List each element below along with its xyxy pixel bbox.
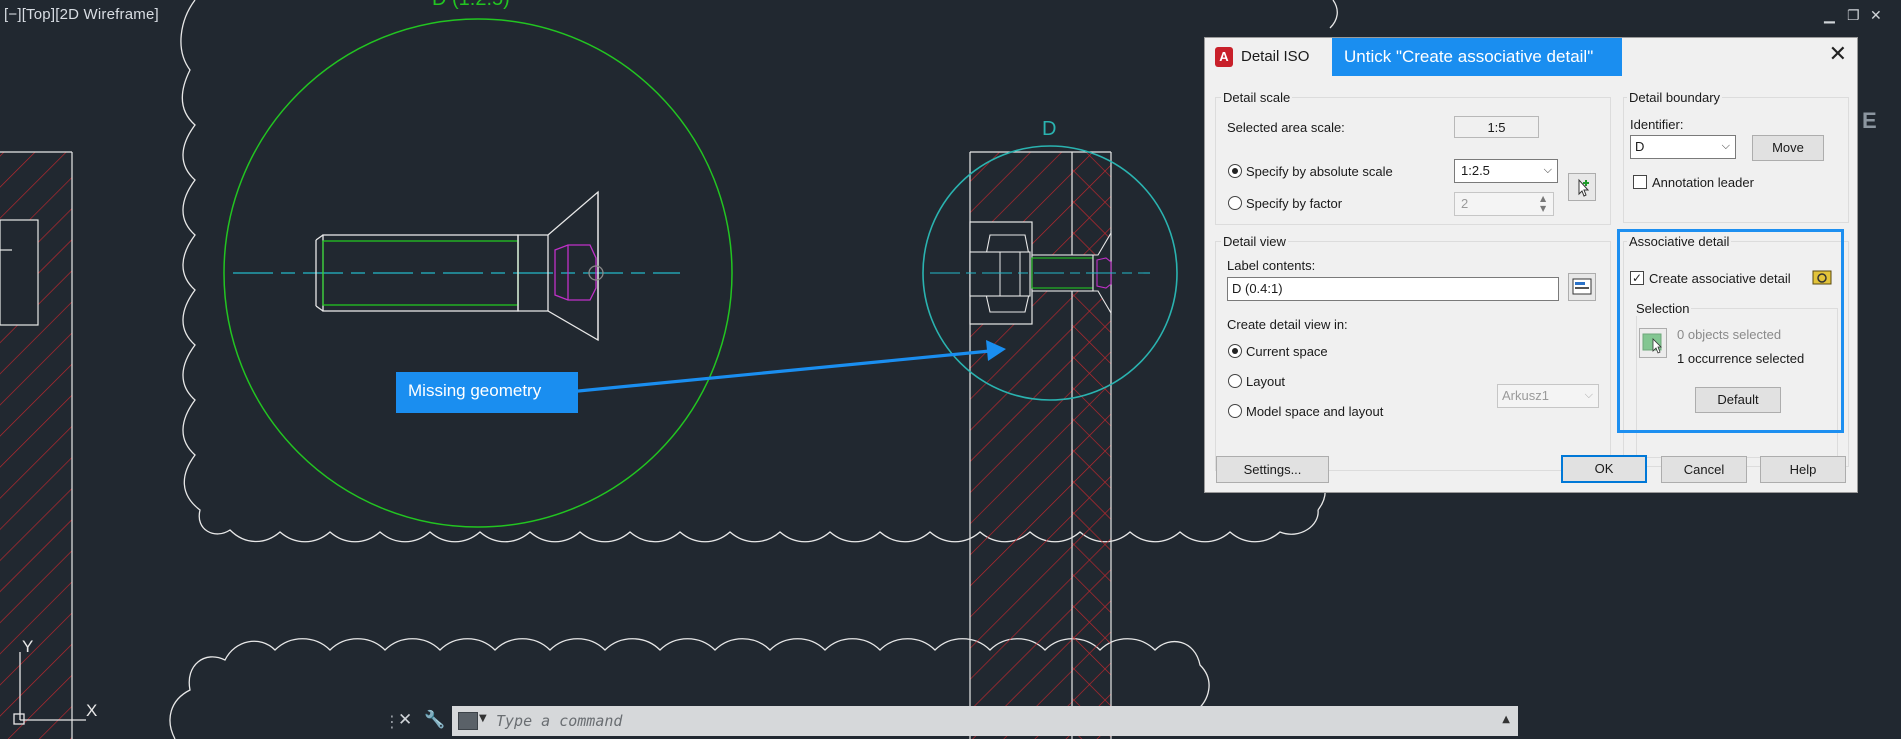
untick-callout: Untick "Create associative detail" <box>1332 38 1622 76</box>
pick-cursor-icon <box>1578 178 1590 197</box>
close-icon[interactable]: ✕ <box>1870 8 1882 24</box>
missing-geometry-callout: Missing geometry <box>396 372 578 413</box>
command-history-icon[interactable] <box>458 712 478 730</box>
settings-button[interactable]: Settings... <box>1216 456 1329 483</box>
detail-boundary-title: Detail boundary <box>1627 90 1723 105</box>
absolute-scale-select[interactable]: 1:2.5 ⌵ <box>1454 159 1558 183</box>
customize-wrench-icon[interactable]: 🔧 <box>424 710 445 730</box>
current-space-radio[interactable] <box>1228 344 1242 358</box>
pick-scale-button[interactable] <box>1568 173 1596 201</box>
detail-scale-title: Detail scale <box>1221 90 1293 105</box>
chevron-down-icon[interactable]: ▼ <box>479 713 487 724</box>
selected-area-scale-field: 1:5 <box>1454 116 1539 138</box>
svg-text:X: X <box>86 701 97 720</box>
close-icon[interactable]: ✕ <box>1829 42 1847 67</box>
detail-view-title: Detail view <box>1221 234 1288 249</box>
model-and-layout-label[interactable]: Model space and layout <box>1246 404 1383 419</box>
svg-text:Y: Y <box>22 637 33 656</box>
selected-area-scale-label: Selected area scale: <box>1227 120 1345 135</box>
command-placeholder: Type a command <box>496 712 623 730</box>
command-line: ⋮ ✕ 🔧 ▼ Type a command ▲ <box>384 706 1520 736</box>
factor-label[interactable]: Specify by factor <box>1246 196 1342 211</box>
minimize-icon[interactable]: ▁ <box>1824 8 1835 24</box>
layout-radio[interactable] <box>1228 374 1242 388</box>
detail-view-label: D (1:2.5) <box>432 0 510 10</box>
create-in-label: Create detail view in: <box>1227 317 1348 332</box>
factor-spinner: 2 <box>1454 192 1554 216</box>
layout-label[interactable]: Layout <box>1246 374 1285 389</box>
current-space-label[interactable]: Current space <box>1246 344 1328 359</box>
factor-radio[interactable] <box>1228 196 1242 210</box>
dialog-title: Detail ISO <box>1241 48 1310 65</box>
right-hatched-part: D <box>922 118 1178 739</box>
text-editor-button[interactable] <box>1568 273 1596 301</box>
cancel-button[interactable]: Cancel <box>1661 456 1747 483</box>
absolute-scale-radio[interactable] <box>1228 164 1242 178</box>
boundary-identifier-label: D <box>1042 118 1056 140</box>
app-icon: A <box>1215 47 1233 67</box>
associative-detail-highlight <box>1617 229 1844 433</box>
text-edit-icon <box>1572 278 1592 295</box>
help-button[interactable]: Help <box>1760 456 1846 483</box>
label-contents-input[interactable]: D (0.4:1) <box>1227 277 1559 301</box>
chevron-up-icon[interactable]: ▲ <box>1502 714 1510 725</box>
label-contents-label: Label contents: <box>1227 258 1316 273</box>
move-button[interactable]: Move <box>1752 135 1824 161</box>
restore-icon[interactable]: ❐ <box>1847 8 1860 24</box>
spinner-arrows-icon: ▲ ▼ <box>1540 194 1547 213</box>
viewport-controls-label[interactable]: [−][Top][2D Wireframe] <box>4 6 159 23</box>
command-input[interactable]: ▼ Type a command ▲ <box>452 706 1518 736</box>
absolute-scale-label[interactable]: Specify by absolute scale <box>1246 164 1393 179</box>
layout-select: Arkusz1 ⌵ <box>1497 384 1599 408</box>
model-and-layout-radio[interactable] <box>1228 404 1242 418</box>
left-hatched-part <box>0 151 73 739</box>
identifier-select[interactable]: D ⌵ <box>1630 135 1736 159</box>
chevron-down-icon: ⌵ <box>1721 139 1730 152</box>
chevron-down-icon: ⌵ <box>1584 388 1593 401</box>
detail-bolt <box>233 190 680 342</box>
viewcube-edge-letter: E <box>1862 108 1877 133</box>
revision-cloud-upper <box>180 0 1338 543</box>
annotation-leader-checkbox[interactable] <box>1633 175 1647 189</box>
annotation-leader-label[interactable]: Annotation leader <box>1652 175 1754 190</box>
identifier-label: Identifier: <box>1630 117 1684 132</box>
close-icon[interactable]: ✕ <box>398 710 412 730</box>
chevron-down-icon: ⌵ <box>1543 163 1552 176</box>
ok-button[interactable]: OK <box>1561 455 1647 483</box>
